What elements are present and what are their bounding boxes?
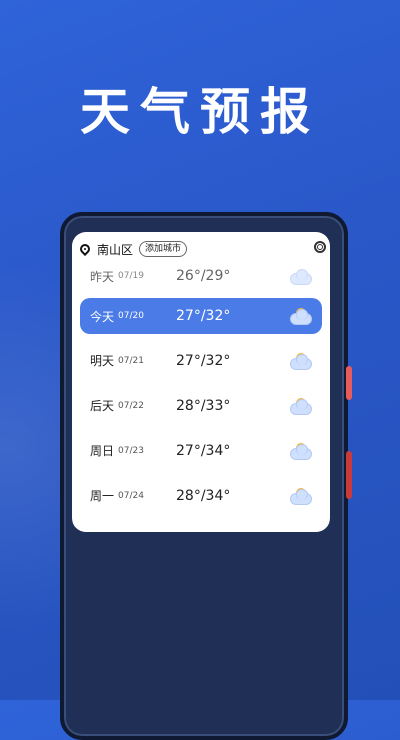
day-label: 明天 [90, 354, 115, 368]
temperature-range: 27°/34° [176, 442, 231, 459]
partly-cloudy-icon [290, 487, 312, 505]
forecast-row-today[interactable]: 今天 07/20 27°/32° [80, 298, 322, 334]
location-pin-icon [77, 241, 93, 257]
day-label: 周日 [90, 444, 115, 458]
forecast-row-sunday[interactable]: 周日 07/23 27°/34° [80, 428, 322, 473]
date-label: 07/24 [118, 490, 144, 501]
day-label: 周一 [90, 489, 115, 503]
temperature-range: 28°/34° [176, 487, 231, 504]
gear-icon[interactable] [314, 241, 326, 253]
temperature-range: 27°/32° [176, 352, 231, 369]
forecast-row-day-after[interactable]: 后天 07/22 28°/33° [80, 383, 322, 428]
date-label: 07/19 [118, 271, 144, 281]
city-name[interactable]: 南山区 [97, 241, 133, 258]
day-label: 昨天 [90, 269, 115, 284]
partly-cloudy-icon [290, 397, 312, 415]
temperature-range: 26°/29° [176, 268, 231, 284]
date-label: 07/22 [118, 400, 144, 411]
phone-mockup: 南山区 添加城市 昨天 07/19 26°/29° 今天 07/20 27°/3… [60, 212, 352, 740]
list-fade [72, 522, 330, 532]
add-city-button[interactable]: 添加城市 [139, 241, 188, 257]
weather-screen: 南山区 添加城市 昨天 07/19 26°/29° 今天 07/20 27°/3… [72, 232, 330, 532]
phone-side-button [346, 451, 352, 499]
date-label: 07/21 [118, 355, 144, 366]
temperature-range: 27°/32° [176, 308, 231, 324]
forecast-list: 昨天 07/19 26°/29° 今天 07/20 27°/32° 明天 07/… [72, 264, 330, 518]
date-label: 07/20 [118, 311, 144, 321]
day-label: 后天 [90, 399, 115, 413]
forecast-row-yesterday[interactable]: 昨天 07/19 26°/29° [80, 258, 322, 294]
partly-cloudy-icon [290, 352, 312, 370]
temperature-range: 28°/33° [176, 397, 231, 414]
partly-cloudy-icon [290, 442, 312, 460]
phone-side-button [346, 366, 352, 400]
rain-cloud-icon [290, 268, 312, 285]
partly-cloudy-icon [290, 308, 312, 325]
forecast-row-monday[interactable]: 周一 07/24 28°/34° [80, 473, 322, 518]
page-headline: 天气预报 [80, 83, 320, 141]
date-label: 07/23 [118, 445, 144, 456]
day-label: 今天 [90, 309, 115, 324]
forecast-row-tomorrow[interactable]: 明天 07/21 27°/32° [80, 338, 322, 383]
